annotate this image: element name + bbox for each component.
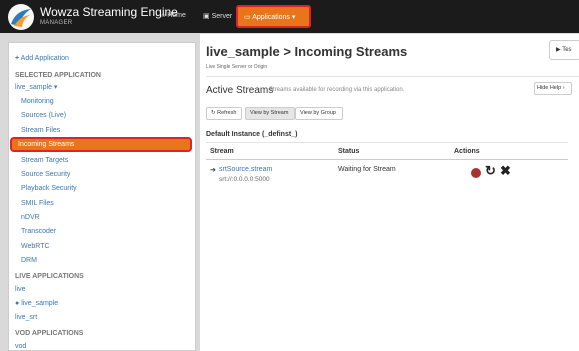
refresh-label: Refresh — [217, 110, 237, 116]
nav-applications[interactable]: ▭ Applications ▾ — [236, 5, 311, 28]
sidebar: + Add Application SELECTED APPLICATION l… — [8, 42, 196, 351]
folder-icon: ▭ — [244, 14, 251, 21]
top-nav-bar: Wowza Streaming Engine MANAGER ⌂ Home ▣ … — [0, 0, 579, 33]
selected-application-heading: SELECTED APPLICATION — [15, 72, 101, 79]
view-by-stream-label: View by Stream — [250, 110, 289, 116]
sidebar-item-drm[interactable]: DRM — [21, 257, 37, 264]
sidebar-item-webrtc[interactable]: WebRTC — [21, 243, 50, 250]
nav-applications-label: Applications — [252, 14, 290, 21]
app-selector-label: live_sample — [15, 84, 52, 91]
instance-title: Default Instance (_definst_) — [206, 131, 298, 138]
sidebar-item-stream-targets[interactable]: Stream Targets — [21, 157, 68, 164]
plus-icon: + — [15, 55, 20, 62]
main-panel: live_sample > Incoming Streams Live Sing… — [200, 34, 579, 351]
title-divider — [206, 76, 579, 77]
col-status-header: Status — [338, 148, 360, 155]
live-app-live[interactable]: live — [15, 286, 26, 293]
nav-server[interactable]: ▣ Server — [203, 12, 232, 20]
add-application-link[interactable]: + Add Application — [15, 55, 69, 62]
play-icon: ▶ — [556, 47, 561, 53]
delete-icon[interactable]: ✖ — [500, 163, 511, 179]
live-app-live-srt[interactable]: live_srt — [15, 314, 37, 321]
nav-home-label: Home — [167, 12, 186, 19]
live-app-live-sample[interactable]: ● live_sample — [15, 300, 58, 307]
test-players-button[interactable]: ▶ Tes — [549, 40, 579, 60]
live-app-live-sample-label: live_sample — [21, 300, 59, 307]
sidebar-item-incoming-streams[interactable]: Incoming Streams — [10, 137, 192, 152]
sidebar-item-stream-files[interactable]: Stream Files — [21, 127, 60, 134]
add-application-label: Add Application — [20, 55, 69, 62]
sidebar-item-incoming-streams-label: Incoming Streams — [18, 141, 75, 148]
page-subtitle: Live Single Server or Origin — [206, 64, 268, 70]
vod-applications-heading: VOD APPLICATIONS — [15, 330, 84, 337]
live-applications-heading: LIVE APPLICATIONS — [15, 273, 84, 280]
instance-divider — [206, 142, 568, 143]
view-by-group-label: View by Group — [300, 110, 336, 116]
sidebar-item-transcoder[interactable]: Transcoder — [21, 228, 56, 235]
sidebar-item-sources-live[interactable]: Sources (Live) — [21, 112, 66, 119]
sidebar-item-playback-security[interactable]: Playback Security — [21, 185, 77, 192]
chevron-down-icon: ▾ — [291, 14, 296, 21]
wowza-logo-icon — [8, 4, 34, 30]
section-description: Streams available for recording via this… — [269, 87, 405, 93]
nav-server-label: Server — [211, 13, 233, 20]
stream-source-url: srt://:0.0.0.0:5000 — [219, 176, 270, 183]
chevron-right-icon: › — [562, 85, 565, 91]
home-icon: ⌂ — [161, 12, 166, 19]
hide-help-button[interactable]: Hide Help › — [534, 82, 572, 95]
section-title: Active Streams — [206, 85, 274, 96]
restart-icon[interactable]: ↻ — [485, 163, 496, 179]
col-actions-header: Actions — [454, 148, 480, 155]
stream-status: Waiting for Stream — [338, 166, 396, 173]
col-stream-header: Stream — [210, 148, 234, 155]
nav-home[interactable]: ⌂ Home — [161, 12, 186, 19]
app-selector[interactable]: live_sample ▾ — [15, 83, 57, 91]
sidebar-item-monitoring[interactable]: Monitoring — [21, 98, 54, 105]
current-app-bullet-icon: ● — [15, 300, 20, 307]
hide-help-label: Hide Help — [537, 85, 562, 91]
sidebar-item-ndvr[interactable]: nDVR — [21, 214, 40, 221]
refresh-icon: ↻ — [211, 110, 216, 116]
page-title: live_sample > Incoming Streams — [206, 44, 408, 59]
arrow-right-icon: ➔ — [210, 167, 216, 174]
sidebar-item-smil-files[interactable]: SMIL Files — [21, 200, 54, 207]
brand-subtitle: MANAGER — [40, 20, 73, 26]
stream-name-link[interactable]: srtSource.stream — [219, 166, 272, 173]
refresh-button[interactable]: ↻ Refresh — [206, 107, 242, 120]
header-divider — [206, 159, 568, 160]
vod-app-vod[interactable]: vod — [15, 343, 26, 350]
monitor-icon: ▣ — [203, 13, 210, 20]
record-icon[interactable] — [471, 168, 481, 178]
sidebar-item-source-security[interactable]: Source Security — [21, 171, 70, 178]
caret-down-icon: ▾ — [53, 84, 58, 91]
view-by-stream-button[interactable]: View by Stream — [245, 107, 295, 120]
brand-name: Wowza Streaming Engine — [40, 5, 178, 19]
view-by-group-button[interactable]: View by Group — [295, 107, 343, 120]
test-players-label: Tes — [562, 47, 572, 53]
